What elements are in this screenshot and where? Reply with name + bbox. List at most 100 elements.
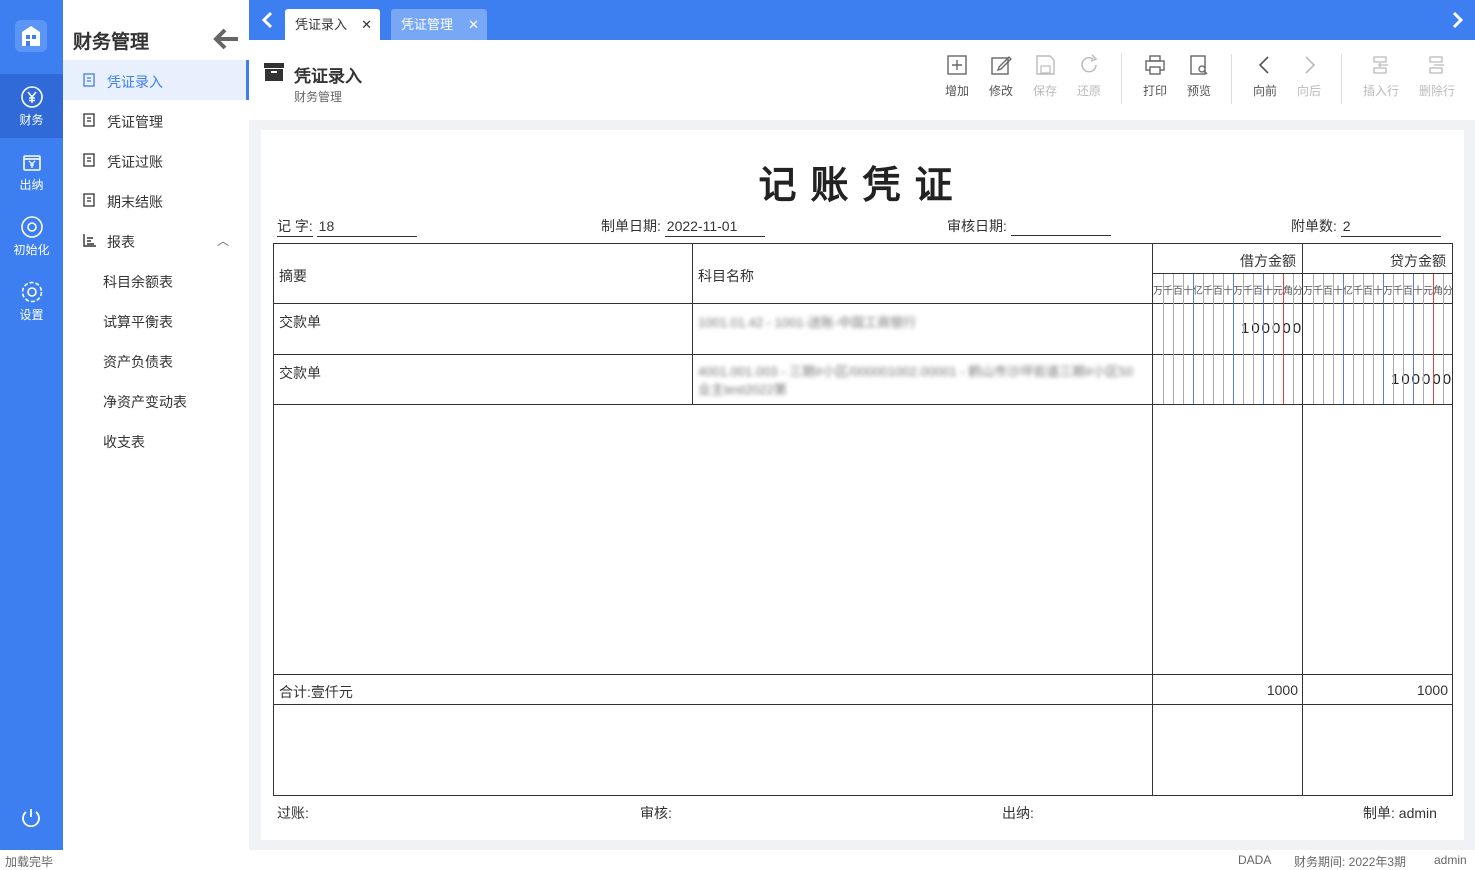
bar-chart-icon — [83, 234, 96, 247]
credit-digit-divider — [1363, 274, 1364, 404]
add-button[interactable]: 增加 — [935, 54, 979, 99]
rail-label-cashier: 出纳 — [19, 178, 44, 192]
rail-item-settings[interactable]: 设置 — [0, 269, 63, 333]
power-icon[interactable] — [19, 806, 43, 830]
backward-button[interactable]: 向后 — [1287, 54, 1331, 99]
debit-unit-label: 千 — [1203, 286, 1213, 297]
row1-account[interactable]: 1001.01.42 - 1001-送账-中国工商银行 — [698, 312, 1138, 331]
divider — [274, 404, 1452, 405]
rail-item-finance[interactable]: 财务 — [0, 74, 63, 138]
cashier-signature: 出纳: — [1002, 805, 1034, 821]
forward-button[interactable]: 向前 — [1243, 54, 1287, 99]
delete-row-icon — [1429, 56, 1444, 74]
debit-digit-divider — [1223, 274, 1224, 404]
sidebar-item-reports[interactable]: 报表 ︿ — [63, 220, 249, 260]
restore-button[interactable]: 还原 — [1067, 54, 1111, 99]
preview-button[interactable]: 预览 — [1177, 54, 1221, 99]
debit-digit-divider — [1233, 274, 1234, 404]
sidebar-item-voucher-manage[interactable]: 凭证管理 — [63, 100, 249, 140]
doc-icon — [83, 193, 95, 207]
page-title: 凭证录入 — [294, 67, 362, 86]
row1-summary[interactable]: 交款单 — [279, 312, 321, 332]
tab-scroll-right-icon[interactable] — [1447, 10, 1467, 30]
debit-digit-divider — [1283, 274, 1284, 404]
divider — [274, 354, 1452, 355]
credit-unit-label: 百 — [1403, 286, 1413, 297]
tab-label: 凭证管理 — [401, 17, 454, 32]
collapse-arrow-icon[interactable] — [213, 28, 239, 50]
total-row: 合计:壹仟元 — [279, 682, 353, 702]
debit-unit-label: 千 — [1163, 286, 1173, 297]
sidebar-item-voucher-post[interactable]: 凭证过账 — [63, 140, 249, 180]
sidebar-item-account-balance[interactable]: 科目余额表 — [63, 260, 249, 300]
edit-button[interactable]: 修改 — [979, 54, 1023, 99]
row2-summary[interactable]: 交款单 — [279, 363, 321, 383]
credit-unit-label: 元 — [1423, 286, 1433, 297]
debit-digit-divider — [1193, 274, 1194, 404]
debit-unit-label: 万 — [1153, 286, 1163, 297]
init-icon — [20, 216, 43, 238]
save-button[interactable]: 保存 — [1023, 54, 1067, 99]
credit-unit-label: 亿 — [1343, 286, 1353, 297]
voucher-word-field: 记 字: 18 — [277, 216, 417, 237]
word-value[interactable]: 18 — [316, 218, 417, 237]
print-button[interactable]: 打印 — [1133, 54, 1177, 99]
close-icon[interactable]: ✕ — [361, 9, 372, 40]
page-header: 凭证录入 财务管理 增加 修改 保存 还原 打印 预览 向前 向后 插入行 删除… — [249, 40, 1475, 120]
credit-digit-divider — [1373, 274, 1374, 404]
edit-label: 修改 — [988, 84, 1013, 98]
tab-voucher-manage[interactable]: 凭证管理 ✕ — [391, 9, 487, 40]
chevron-right-icon — [1305, 56, 1316, 74]
close-icon[interactable]: ✕ — [468, 9, 479, 40]
toolbar-divider — [1231, 54, 1232, 104]
attach-value[interactable]: 2 — [1340, 218, 1441, 237]
maker-label: 制单: — [1363, 805, 1395, 821]
status-user: admin — [1434, 853, 1467, 867]
date-value[interactable]: 2022-11-01 — [664, 218, 765, 237]
debit-digit-divider — [1253, 274, 1254, 404]
debit-unit-label: 十 — [1183, 286, 1193, 297]
credit-unit-label: 万 — [1303, 286, 1313, 297]
rail-label-init: 初始化 — [13, 243, 50, 257]
sidebar-item-income-expense[interactable]: 收支表 — [63, 420, 249, 460]
credit-digit-divider — [1443, 274, 1444, 404]
voucher-table: 摘要 科目名称 借方金额 贷方金额 交款单 1001.01.42 - 1001-… — [273, 243, 1453, 796]
rail-label-finance: 财务 — [19, 113, 44, 127]
sidebar-item-net-assets[interactable]: 净资产变动表 — [63, 380, 249, 420]
audit-signature: 审核: — [640, 805, 672, 821]
credit-unit-label: 千 — [1313, 286, 1323, 297]
archive-box-icon — [264, 63, 284, 81]
total-credit: 1000 — [1416, 682, 1448, 698]
sidebar-item-label: 报表 — [107, 234, 135, 250]
doc-icon — [83, 153, 95, 167]
sidebar-item-label: 凭证录入 — [107, 74, 163, 90]
sidebar-item-voucher-entry[interactable]: 凭证录入 — [63, 60, 249, 100]
tab-voucher-entry[interactable]: 凭证录入 ✕ — [285, 9, 380, 40]
rail-item-cashier[interactable]: 出纳 — [0, 139, 63, 203]
audit-date-value[interactable] — [1010, 218, 1111, 236]
chevron-up-icon: ︿ — [216, 234, 229, 248]
debit-unit-label: 角 — [1283, 286, 1293, 297]
rail-item-init[interactable]: 初始化 — [0, 204, 63, 268]
tab-scroll-left-icon[interactable] — [258, 10, 278, 30]
credit-unit-label: 十 — [1333, 286, 1343, 297]
sidebar-item-trial-balance[interactable]: 试算平衡表 — [63, 300, 249, 340]
add-label: 增加 — [944, 84, 969, 98]
row2-account[interactable]: 4001.001.003 - 三期#小区/000001002.00001 - 鹤… — [698, 363, 1138, 399]
status-company: DADA — [1238, 853, 1272, 867]
credit-digit-divider — [1433, 274, 1434, 404]
credit-unit-label: 十 — [1413, 286, 1423, 297]
debit-digit-divider — [1183, 274, 1184, 404]
sidebar-item-balance-sheet[interactable]: 资产负债表 — [63, 340, 249, 380]
insert-row-button[interactable]: 插入行 — [1357, 54, 1405, 99]
credit-unit-label: 百 — [1323, 286, 1333, 297]
printer-icon — [1145, 55, 1165, 75]
credit-unit-label: 十 — [1373, 286, 1383, 297]
sidebar-item-period-close[interactable]: 期末结账 — [63, 180, 249, 220]
tab-label: 凭证录入 — [295, 17, 348, 32]
delete-row-button[interactable]: 删除行 — [1413, 54, 1461, 99]
credit-unit-label: 万 — [1383, 286, 1393, 297]
credit-unit-label: 角 — [1433, 286, 1443, 297]
sidebar-item-label: 期末结账 — [107, 194, 163, 210]
debit-unit-label: 亿 — [1193, 286, 1203, 297]
